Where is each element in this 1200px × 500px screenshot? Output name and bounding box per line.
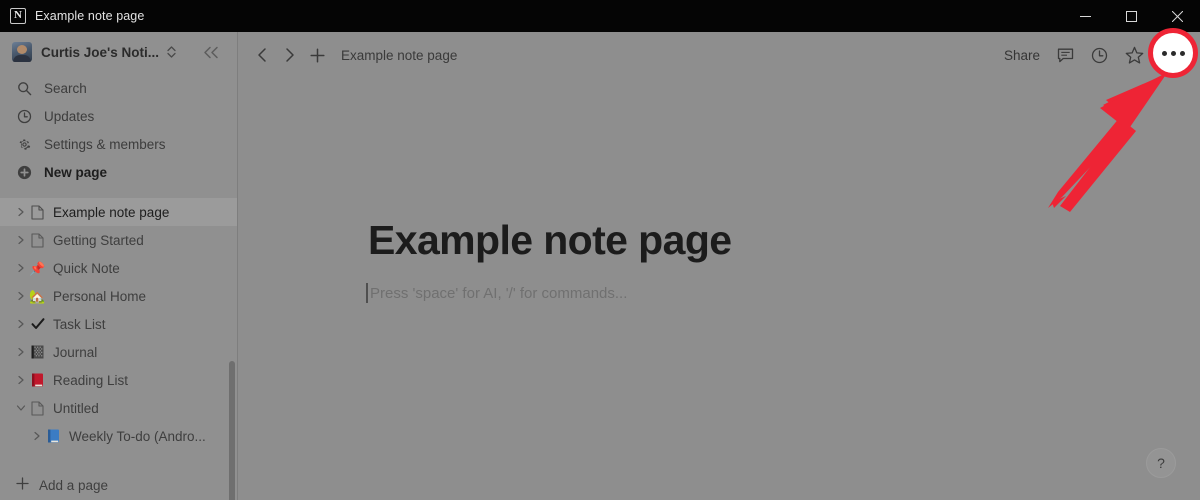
page-icon (28, 400, 47, 416)
workspace-name: Curtis Joe's Noti... (41, 44, 159, 60)
help-button[interactable]: ? (1146, 448, 1176, 478)
sidebar-page-label: Task List (53, 316, 106, 332)
user-avatar (12, 42, 32, 62)
add-a-page-label: Add a page (39, 477, 109, 493)
sidebar-page-label: Getting Started (53, 232, 144, 248)
plus-icon[interactable] (310, 47, 325, 63)
window-controls (1062, 0, 1200, 32)
plus-circle-icon (17, 165, 35, 180)
sidebar-page-task-list[interactable]: Task List (0, 310, 238, 338)
chevron-right-icon[interactable] (283, 47, 296, 63)
sidebar-item-label: Search (44, 80, 87, 96)
sidebar-item-label: Updates (44, 108, 95, 124)
sidebar-page-personal-home[interactable]: 🏡 Personal Home (0, 282, 238, 310)
sidebar-page-label: Quick Note (53, 260, 120, 276)
page-toolbar: Example note page Share (238, 32, 1200, 78)
chevron-right-icon[interactable] (30, 431, 44, 441)
page-title[interactable]: Example note page (368, 217, 1200, 263)
blue-book-emoji (44, 429, 63, 443)
sidebar-page-journal[interactable]: Journal (0, 338, 238, 366)
editor-placeholder[interactable]: Press 'space' for AI, '/' for commands..… (366, 283, 1200, 304)
sidebar-item-search[interactable]: Search (0, 74, 238, 102)
workspace-switcher[interactable]: Curtis Joe's Noti... (0, 32, 238, 72)
sidebar-page-getting-started[interactable]: Getting Started (0, 226, 238, 254)
sidebar-item-updates[interactable]: Updates (0, 102, 238, 130)
sidebar-item-settings-members[interactable]: Settings & members (0, 130, 238, 158)
close-icon[interactable] (1154, 0, 1200, 32)
clock-icon[interactable] (1091, 47, 1108, 64)
sidebar-page-example-note-page[interactable]: Example note page (0, 198, 238, 226)
sidebar-page-label: Untitled (53, 400, 99, 416)
main-content: Example note page Share Example note pag… (238, 32, 1200, 500)
ellipsis-dot-icon (1170, 50, 1176, 56)
chevron-right-icon[interactable] (14, 263, 28, 273)
chevron-right-icon[interactable] (14, 319, 28, 329)
ellipsis-dot-icon (1161, 50, 1167, 56)
search-icon (17, 81, 35, 96)
sidebar-page-label: Weekly To-do (Andro... (69, 428, 206, 444)
chevron-right-icon[interactable] (14, 291, 28, 301)
page-icon (28, 232, 47, 248)
sidebar-page-reading-list[interactable]: Reading List (0, 366, 238, 394)
checkmark-emoji (28, 317, 47, 331)
sidebar: Curtis Joe's Noti... Search Updates Sett… (0, 32, 238, 500)
history-nav (256, 47, 325, 63)
sidebar-page-quick-note[interactable]: 📌 Quick Note (0, 254, 238, 282)
document-body: Example note page Press 'space' for AI, … (238, 78, 1200, 304)
sidebar-page-list: Example note page Getting Started 📌 Quic… (0, 198, 238, 500)
chevron-updown-icon[interactable] (166, 45, 177, 59)
sidebar-item-new-page[interactable]: New page (0, 158, 238, 186)
notion-window: N Example note page Curtis Joe's Noti... (0, 0, 1200, 500)
breadcrumb[interactable]: Example note page (341, 48, 457, 63)
sidebar-page-label: Reading List (53, 372, 129, 388)
sidebar-nav: Search Updates Settings & members New pa… (0, 72, 238, 192)
gear-icon (17, 137, 35, 152)
star-icon[interactable] (1125, 46, 1144, 65)
chevron-right-icon[interactable] (14, 235, 28, 245)
highlight-circle-more-options[interactable] (1148, 28, 1198, 78)
sidebar-page-label: Personal Home (53, 288, 147, 304)
red-book-emoji (28, 373, 47, 387)
chevron-right-icon[interactable] (14, 347, 28, 357)
chevron-right-icon[interactable] (14, 207, 28, 217)
sidebar-item-label: New page (44, 164, 108, 180)
window-titlebar: N Example note page (0, 0, 1200, 32)
minimize-icon[interactable] (1062, 0, 1108, 32)
share-button[interactable]: Share (1004, 48, 1040, 63)
sidebar-scrollbar[interactable] (229, 361, 235, 500)
plus-icon (16, 477, 29, 493)
ellipsis-dot-icon (1179, 50, 1185, 56)
chevron-left-icon[interactable] (256, 47, 269, 63)
notion-logo-icon: N (10, 8, 26, 24)
pushpin-emoji: 📌 (29, 260, 46, 276)
chevron-down-icon[interactable] (14, 404, 28, 412)
window-title: Example note page (35, 9, 145, 23)
sidebar-page-label: Example note page (53, 204, 170, 220)
chevron-right-icon[interactable] (14, 375, 28, 385)
notebook-emoji (28, 345, 47, 359)
sidebar-page-weekly-todo[interactable]: Weekly To-do (Andro... (0, 422, 238, 450)
sidebar-page-label: Journal (53, 344, 98, 360)
house-emoji: 🏡 (29, 288, 46, 304)
sidebar-item-label: Settings & members (44, 136, 166, 152)
comment-icon[interactable] (1057, 47, 1074, 64)
sidebar-page-untitled[interactable]: Untitled (0, 394, 238, 422)
clock-icon (17, 109, 35, 124)
double-chevron-left-icon[interactable] (203, 46, 220, 59)
page-icon (28, 204, 47, 220)
add-a-page-button[interactable]: Add a page (0, 470, 238, 500)
maximize-icon[interactable] (1108, 0, 1154, 32)
